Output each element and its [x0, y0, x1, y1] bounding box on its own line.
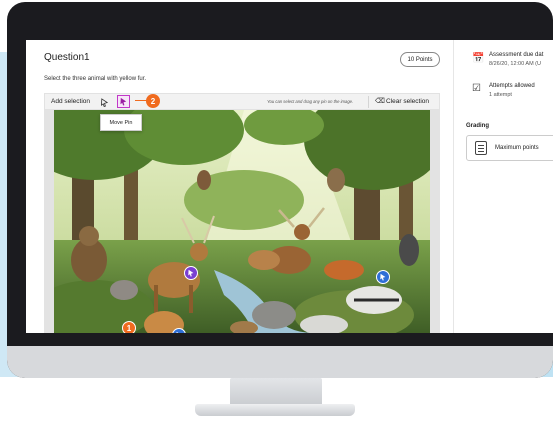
checkbox-icon: ☑ — [472, 83, 481, 94]
toolbar-divider — [368, 96, 369, 108]
step-badge: 2 — [146, 94, 160, 108]
add-selection-button[interactable]: Add selection — [51, 98, 90, 105]
pin-3[interactable] — [184, 266, 198, 280]
question-title: Question1 — [44, 52, 90, 63]
sidebar-divider — [453, 40, 454, 333]
forest-animals-image[interactable] — [54, 110, 430, 333]
clear-selection-button[interactable]: Clear selection — [386, 98, 429, 105]
pin-4[interactable] — [376, 270, 390, 284]
move-pin-icon[interactable] — [117, 95, 130, 108]
monitor-chin — [7, 346, 553, 378]
monitor-stand-base — [195, 404, 355, 416]
assessment-due-value: 8/26/20, 12:00 AM (U — [489, 61, 541, 67]
pin-1[interactable]: 1 — [122, 321, 136, 333]
screen: Question1 10 Points Select the three ani… — [26, 40, 553, 333]
attempts-allowed-value: 1 attempt — [489, 92, 512, 98]
toolbar-hint: You can select and drag any pin on the i… — [267, 99, 354, 104]
attempts-allowed-label: Attempts allowed — [489, 83, 535, 89]
clear-icon[interactable]: ⌫ — [375, 97, 385, 105]
question-prompt: Select the three animal with yellow fur. — [44, 76, 147, 82]
assessment-due-label: Assessment due dat — [489, 52, 544, 58]
calendar-icon: 📅 — [472, 53, 485, 64]
hotspot-image-area[interactable]: 1 — [44, 110, 440, 333]
maximum-points-button[interactable]: Maximum points — [466, 135, 553, 161]
maximum-points-label: Maximum points — [495, 145, 539, 151]
list-icon — [475, 141, 487, 155]
points-badge: 10 Points — [400, 52, 440, 67]
move-pin-tooltip: Move Pin — [100, 114, 142, 131]
select-pin-icon[interactable] — [98, 96, 110, 108]
grading-heading: Grading — [466, 123, 490, 129]
hotspot-toolbar: Add selection You can select and drag an… — [44, 93, 440, 110]
